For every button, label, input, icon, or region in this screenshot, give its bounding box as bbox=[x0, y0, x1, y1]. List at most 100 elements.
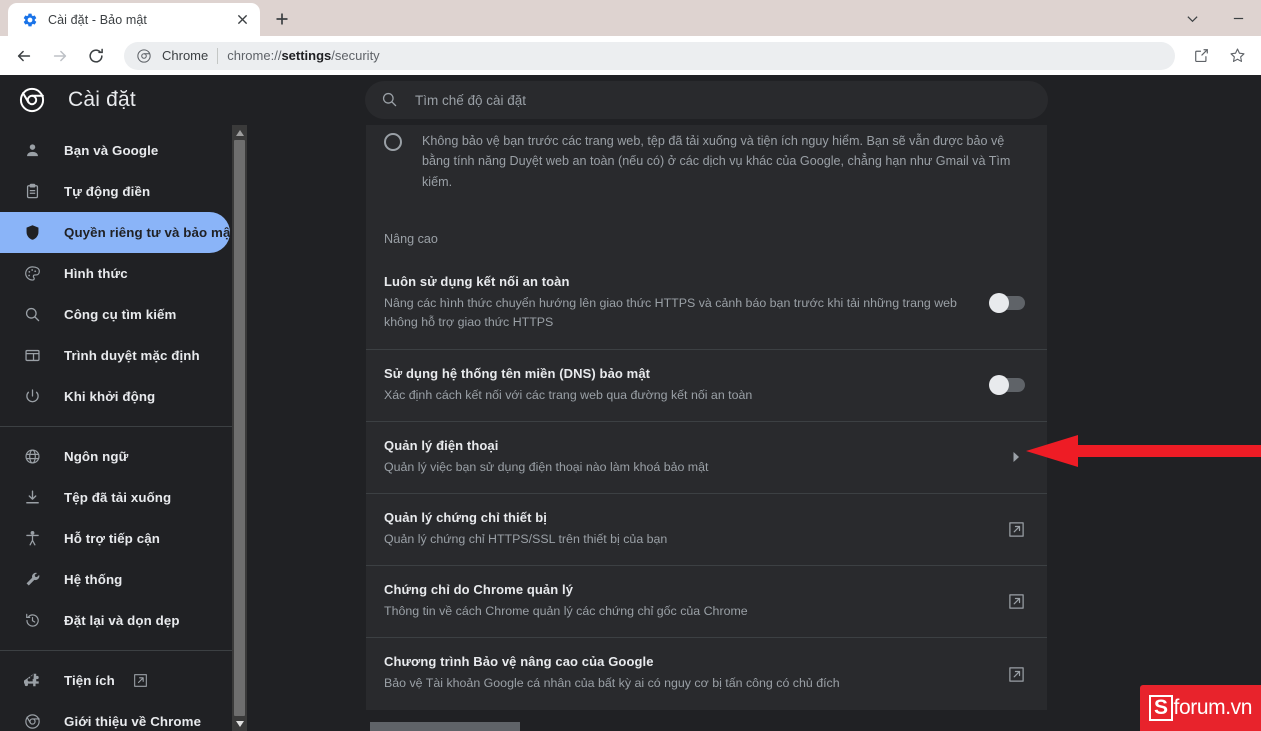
tab-search-chevron-down-icon[interactable] bbox=[1169, 0, 1215, 36]
chevron-right-icon[interactable] bbox=[1007, 448, 1025, 466]
sidebar-item-reset-and-cleanup[interactable]: Đặt lại và dọn dẹp bbox=[0, 600, 230, 641]
tab-close-icon[interactable] bbox=[232, 10, 252, 30]
browser-tab[interactable]: Cài đặt - Bảo mật bbox=[8, 3, 260, 36]
sidebar-item-accessibility[interactable]: Hỗ trợ tiếp cận bbox=[0, 518, 230, 559]
row-text: Chương trình Bảo vệ nâng cao của Google … bbox=[384, 654, 981, 693]
scrollbar-thumb[interactable] bbox=[234, 140, 245, 716]
row-control bbox=[981, 293, 1025, 314]
back-button[interactable] bbox=[9, 41, 39, 71]
row-text: Quản lý điện thoại Quản lý việc bạn sử d… bbox=[384, 438, 981, 477]
sidebar-divider-1 bbox=[0, 426, 232, 427]
settings-gear-icon bbox=[22, 12, 38, 28]
scrollbar-down-arrow-icon[interactable] bbox=[232, 716, 247, 731]
url-prefix: chrome:// bbox=[227, 48, 282, 63]
sidebar-item-appearance[interactable]: Hình thức bbox=[0, 253, 230, 294]
row-control bbox=[981, 521, 1025, 539]
globe-icon bbox=[22, 447, 42, 467]
omnibox-separator bbox=[217, 47, 219, 64]
window-minimize-button[interactable] bbox=[1215, 0, 1261, 36]
row-title: Quản lý chứng chỉ thiết bị bbox=[384, 510, 547, 526]
sidebar-item-on-startup[interactable]: Khi khởi động bbox=[0, 376, 230, 417]
row-advanced-protection-program[interactable]: Chương trình Bảo vệ nâng cao của Google … bbox=[366, 637, 1047, 709]
sidebar-item-downloads[interactable]: Tệp đã tải xuống bbox=[0, 477, 230, 518]
row-text: Chứng chỉ do Chrome quản lý Thông tin về… bbox=[384, 582, 981, 621]
row-control bbox=[981, 448, 1025, 466]
row-manage-phones[interactable]: Quản lý điện thoại Quản lý việc bạn sử d… bbox=[366, 420, 1047, 493]
row-control bbox=[981, 593, 1025, 611]
sidebar-item-about-chrome[interactable]: Giới thiệu về Chrome bbox=[0, 701, 230, 731]
sidebar-item-languages[interactable]: Ngôn ngữ bbox=[0, 436, 230, 477]
row-manage-device-certificates[interactable]: Quản lý chứng chỉ thiết bị Quản lý chứng… bbox=[366, 493, 1047, 565]
row-description: Nâng các hình thức chuyển hướng lên giao… bbox=[384, 296, 957, 330]
sidebar-item-label: Ngôn ngữ bbox=[64, 449, 129, 464]
omnibox-chip-label: Chrome bbox=[162, 48, 209, 63]
row-title: Sử dụng hệ thống tên miền (DNS) bảo mật bbox=[384, 365, 651, 381]
person-icon bbox=[22, 141, 42, 161]
address-bar[interactable]: Chrome chrome://settings/security bbox=[124, 41, 1175, 70]
sidebar-scrollbar[interactable] bbox=[232, 125, 247, 731]
row-description: Xác định cách kết nối với các trang web … bbox=[384, 387, 753, 402]
sidebar-item-label: Giới thiệu về Chrome bbox=[64, 714, 202, 729]
external-link-icon bbox=[133, 673, 149, 689]
row-use-secure-dns[interactable]: Sử dụng hệ thống tên miền (DNS) bảo mật … bbox=[366, 348, 1047, 421]
sidebar-item-search-engine[interactable]: Công cụ tìm kiếm bbox=[0, 294, 230, 335]
watermark-label: forum.vn bbox=[1173, 696, 1253, 720]
sidebar-item-label: Hệ thống bbox=[64, 572, 123, 587]
sidebar-item-system[interactable]: Hệ thống bbox=[0, 559, 230, 600]
toggle-use-secure-dns[interactable] bbox=[989, 375, 1025, 396]
sidebar-item-autofill[interactable]: Tự động điền bbox=[0, 171, 230, 212]
scrollbar-up-arrow-icon[interactable] bbox=[232, 125, 247, 140]
sidebar-item-default-browser[interactable]: Trình duyệt mặc định bbox=[0, 335, 230, 376]
share-icon[interactable] bbox=[1187, 42, 1215, 70]
sforum-watermark: Sforum.vn bbox=[1140, 685, 1261, 731]
download-icon bbox=[22, 488, 42, 508]
sidebar-item-label: Quyền riêng tư và bảo mật bbox=[64, 225, 235, 240]
star-icon[interactable] bbox=[1223, 42, 1251, 70]
chrome-logo-icon bbox=[18, 86, 46, 114]
url-suffix: /security bbox=[331, 48, 380, 63]
external-link-icon[interactable] bbox=[1007, 593, 1025, 611]
toggle-knob bbox=[989, 293, 1009, 314]
sidebar-item-label: Hỗ trợ tiếp cận bbox=[64, 531, 160, 546]
reload-button[interactable] bbox=[81, 41, 111, 71]
toggle-knob bbox=[989, 375, 1009, 396]
sidebar-item-you-and-google[interactable]: Bạn và Google bbox=[0, 130, 230, 171]
horizontal-scrollbar-thumb[interactable] bbox=[370, 722, 520, 731]
toggle-always-use-secure-connections[interactable] bbox=[989, 293, 1025, 314]
new-tab-button[interactable] bbox=[268, 5, 296, 33]
watermark-badge: S bbox=[1148, 695, 1173, 721]
external-link-icon[interactable] bbox=[1007, 521, 1025, 539]
radio-button[interactable] bbox=[384, 133, 402, 151]
search-input[interactable] bbox=[415, 92, 1032, 108]
sidebar-item-extensions[interactable]: Tiện ích bbox=[0, 660, 230, 701]
settings-body: Bạn và Google Tự động điền Quyền riêng t… bbox=[0, 125, 1261, 731]
wrench-icon bbox=[22, 570, 42, 590]
safe-browsing-no-protection-option[interactable]: Không bảo vệ bạn trước các trang web, tệ… bbox=[366, 125, 1047, 214]
row-always-use-secure-connections[interactable]: Luôn sử dụng kết nối an toàn Nâng các hì… bbox=[366, 258, 1047, 348]
row-text: Luôn sử dụng kết nối an toàn Nâng các hì… bbox=[384, 274, 981, 332]
advanced-section-label: Nâng cao bbox=[384, 232, 438, 247]
external-link-icon[interactable] bbox=[1007, 665, 1025, 683]
chrome-logo-icon bbox=[22, 712, 42, 731]
url-bold: settings bbox=[281, 48, 332, 63]
settings-search-box[interactable] bbox=[365, 81, 1048, 119]
settings-page: Cài đặt Tìm chế độ cài đặt Bạn và Google… bbox=[0, 75, 1261, 731]
search-icon bbox=[381, 91, 399, 109]
radio-description: Không bảo vệ bạn trước các trang web, tệ… bbox=[422, 134, 1011, 189]
shield-icon bbox=[22, 223, 42, 243]
row-control bbox=[981, 665, 1025, 683]
row-chrome-managed-certificates[interactable]: Chứng chỉ do Chrome quản lý Thông tin về… bbox=[366, 565, 1047, 637]
row-title: Quản lý điện thoại bbox=[384, 437, 499, 453]
horizontal-scrollbar[interactable] bbox=[247, 722, 1261, 731]
sidebar-item-privacy-and-security[interactable]: Quyền riêng tư và bảo mật bbox=[0, 212, 235, 253]
sidebar-item-label: Đặt lại và dọn dẹp bbox=[64, 613, 180, 628]
browser-toolbar: Chrome chrome://settings/security bbox=[0, 36, 1261, 75]
chrome-page-icon bbox=[136, 48, 152, 64]
row-text: Sử dụng hệ thống tên miền (DNS) bảo mật … bbox=[384, 366, 981, 405]
sidebar-divider-2 bbox=[0, 650, 232, 651]
security-settings-card: Không bảo vệ bạn trước các trang web, tệ… bbox=[366, 125, 1047, 710]
sidebar-item-label: Hình thức bbox=[64, 266, 128, 281]
row-description: Bảo vệ Tài khoản Google cá nhân của bất … bbox=[384, 676, 840, 691]
row-title: Luôn sử dụng kết nối an toàn bbox=[384, 274, 570, 290]
forward-button[interactable] bbox=[45, 41, 75, 71]
